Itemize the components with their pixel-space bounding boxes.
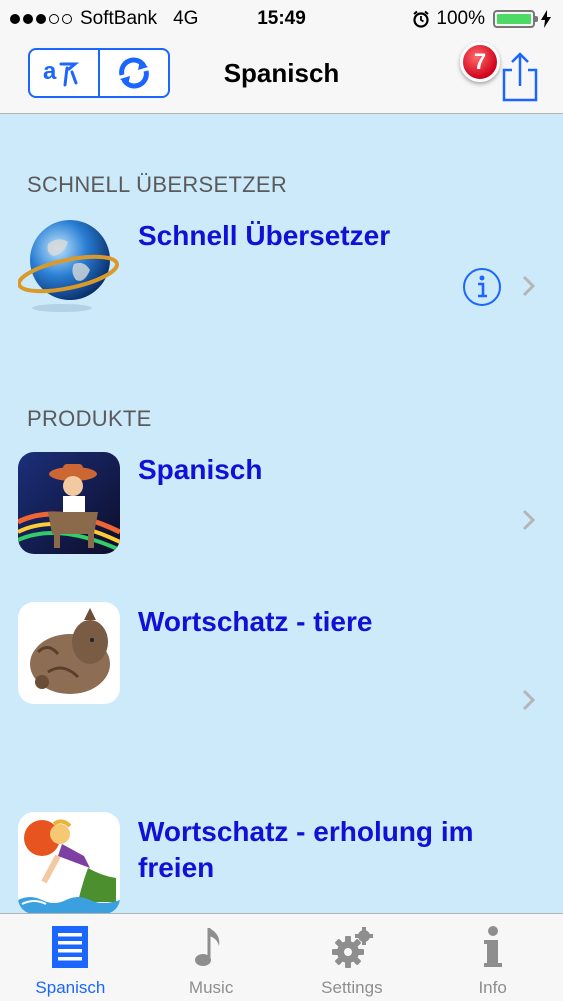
- list-icon: [52, 926, 89, 968]
- info-icon: [483, 926, 502, 967]
- spanish-product-icon: [18, 452, 120, 554]
- list-item-title: Schnell Übersetzer: [138, 220, 391, 251]
- battery-percentage: 100%: [436, 8, 485, 29]
- globe-icon: [18, 214, 120, 316]
- tab-music[interactable]: Music: [141, 914, 282, 1001]
- music-note-icon: [195, 928, 220, 966]
- chevron-right-icon: [522, 275, 536, 297]
- status-bar: SoftBank 4G 15:49 100%: [0, 0, 563, 38]
- list-item-spanish[interactable]: Spanisch: [0, 450, 563, 580]
- tab-settings[interactable]: Settings: [282, 914, 423, 1001]
- section-header-products: PRODUKTE: [27, 406, 152, 431]
- list-item-title: Wortschatz - tiere: [138, 606, 373, 637]
- chevron-right-icon: [522, 509, 536, 531]
- list-item-title: Wortschatz - erholung im freien: [138, 816, 474, 883]
- chevron-right-icon: [522, 689, 536, 711]
- list-item-outdoor-vocabulary[interactable]: Wortschatz - erholung im freien: [0, 812, 563, 914]
- tab-label: Settings: [321, 978, 383, 997]
- animal-vocabulary-icon: [18, 602, 120, 704]
- list-item-title: Spanisch: [138, 454, 263, 485]
- tab-label: Music: [188, 978, 234, 997]
- section-header-quick-translator: SCHNELL ÜBERSETZER: [27, 172, 288, 197]
- gear-icon: [331, 927, 373, 968]
- tab-label: Info: [478, 978, 507, 997]
- list-item-quick-translator[interactable]: Schnell Übersetzer: [0, 212, 563, 342]
- tab-label: Spanisch: [35, 978, 106, 997]
- charging-bolt-icon: [541, 10, 551, 28]
- info-circle-icon: [463, 268, 501, 306]
- tab-spanisch[interactable]: Spanisch: [0, 914, 141, 1001]
- info-button[interactable]: [462, 267, 502, 307]
- outdoor-vocabulary-icon: [18, 812, 120, 914]
- tab-bar: Spanisch Music Settings Info: [0, 913, 563, 1001]
- navigation-bar: a Spanisch 7: [0, 38, 563, 114]
- alarm-icon: [413, 10, 430, 28]
- list-item-animal-vocabulary[interactable]: Wortschatz - tiere: [0, 602, 563, 772]
- tab-info[interactable]: Info: [422, 914, 563, 1001]
- notification-badge[interactable]: 7: [460, 42, 500, 82]
- battery-icon: [493, 10, 538, 28]
